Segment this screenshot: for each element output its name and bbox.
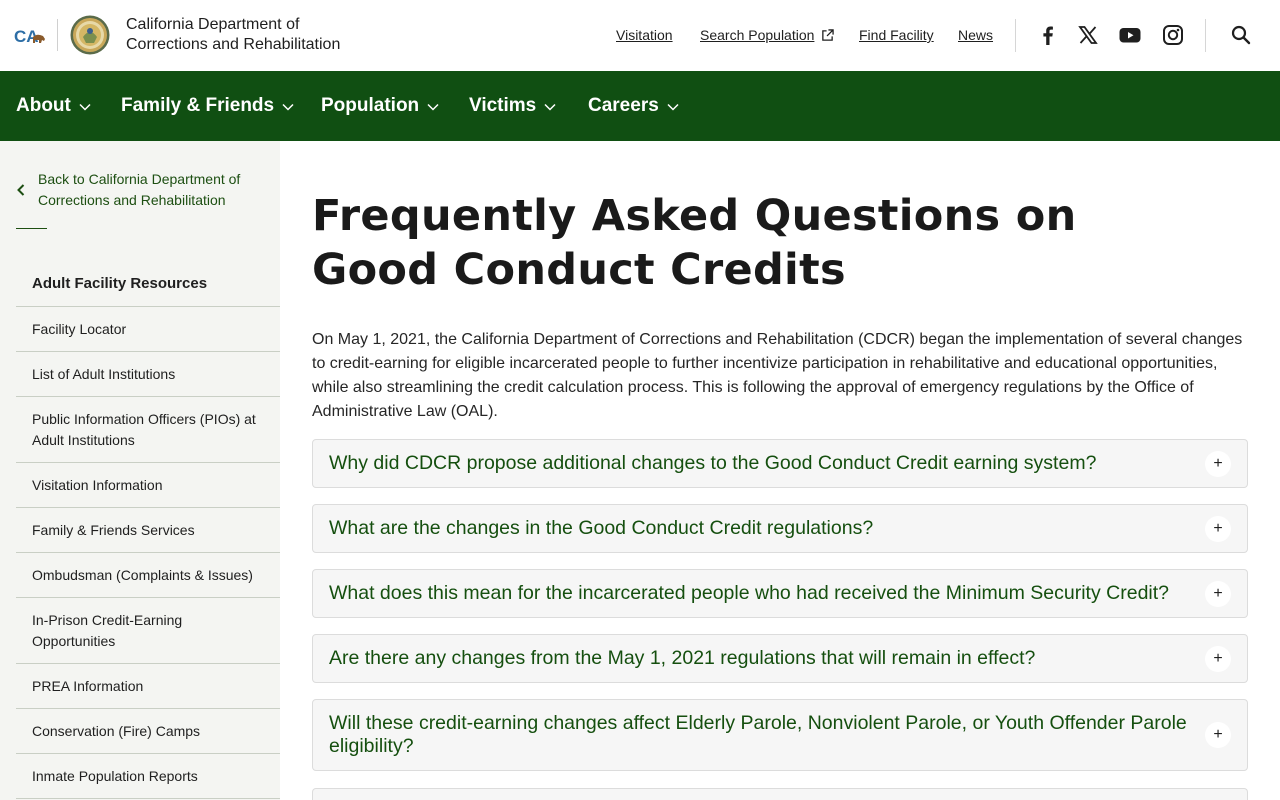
faq-accordion-item[interactable]: Why did CDCR propose additional changes …	[312, 439, 1248, 488]
ca-logo-icon: CA	[14, 27, 45, 46]
nav-item-careers[interactable]: Careers	[588, 71, 679, 141]
nav-item-label: Careers	[588, 95, 659, 116]
page-title-line-1: Frequently Asked Questions on	[312, 191, 1077, 241]
util-link-visitation[interactable]: Visitation	[616, 27, 673, 43]
org-name[interactable]: California Department of Corrections and…	[126, 15, 366, 55]
search-icon	[1231, 25, 1251, 45]
sidebar-item-ombudsman[interactable]: Ombudsman (Complaints & Issues)	[16, 553, 280, 598]
sidebar-item-visitation[interactable]: Visitation Information	[16, 463, 280, 508]
sidebar-item-family-friends-services[interactable]: Family & Friends Services	[16, 508, 280, 553]
back-link-underline	[16, 228, 47, 229]
sidebar-item-fire-camps[interactable]: Conservation (Fire) Camps	[16, 709, 280, 754]
sidebar-heading[interactable]: Adult Facility Resources	[16, 261, 280, 307]
intro-paragraph: On May 1, 2021, the California Departmen…	[312, 331, 1243, 420]
nav-item-family-friends[interactable]: Family & Friends	[121, 71, 294, 141]
sidebar-item-adult-institutions[interactable]: List of Adult Institutions	[16, 352, 280, 397]
back-link-line-2: Corrections and Rehabilitation	[38, 192, 226, 208]
faq-accordion-item[interactable]: Are there any changes from the May 1, 20…	[312, 634, 1248, 683]
nav-item-label: Family & Friends	[121, 95, 275, 116]
nav-item-victims[interactable]: Victims	[469, 71, 556, 141]
sidebar-menu: Adult Facility Resources Facility Locato…	[16, 261, 280, 799]
nav-item-label: Population	[321, 95, 420, 116]
plus-icon[interactable]: +	[1205, 451, 1231, 477]
search-button[interactable]	[1226, 20, 1256, 50]
chevron-down-icon	[427, 103, 439, 111]
faq-accordion-item[interactable]: What does this mean for the incarcerated…	[312, 569, 1248, 618]
chevron-down-icon	[79, 103, 91, 111]
facebook-icon	[1043, 26, 1053, 45]
nav-item-label: About	[16, 95, 71, 116]
util-link-find-facility[interactable]: Find Facility	[859, 27, 934, 43]
sidebar-item-prea[interactable]: PREA Information	[16, 664, 280, 709]
main-navigation: About Family & Friends Population Victim…	[0, 71, 1280, 141]
instagram-icon	[1163, 25, 1183, 45]
sidebar-item-credit-earning[interactable]: In-Prison Credit-Earning Opportunities	[16, 598, 280, 664]
youtube-icon	[1119, 28, 1141, 43]
util-link-news[interactable]: News	[958, 27, 993, 43]
faq-accordion-item-partial[interactable]	[312, 788, 1248, 800]
back-link-line-1: Back to California Department of	[38, 171, 241, 187]
external-link-icon	[822, 29, 834, 41]
chevron-left-icon	[17, 184, 25, 196]
chevron-down-icon	[667, 103, 679, 111]
plus-icon[interactable]: +	[1205, 516, 1231, 542]
faq-question: Why did CDCR propose additional changes …	[329, 452, 1097, 474]
plus-icon[interactable]: +	[1205, 722, 1231, 748]
chevron-down-icon	[544, 103, 556, 111]
org-name-line-1: California Department of	[126, 16, 300, 33]
x-icon	[1078, 26, 1098, 44]
faq-question: What are the changes in the Good Conduct…	[329, 517, 874, 539]
util-link-search-population[interactable]: Search Population	[700, 27, 814, 43]
search-divider	[1205, 19, 1206, 52]
sidebar-item-facility-locator[interactable]: Facility Locator	[16, 307, 280, 352]
faq-question: What does this mean for the incarcerated…	[329, 582, 1170, 604]
faq-accordion-item[interactable]: What are the changes in the Good Conduct…	[312, 504, 1248, 553]
cdcr-seal-icon	[70, 15, 110, 55]
sidebar: Back to California Department of Correct…	[0, 141, 280, 800]
sidebar-item-population-reports[interactable]: Inmate Population Reports	[16, 754, 280, 799]
util-divider	[1015, 19, 1016, 52]
org-name-line-2: Corrections and Rehabilitation	[126, 36, 341, 53]
nav-item-label: Victims	[469, 95, 537, 116]
faq-question: Are there any changes from the May 1, 20…	[329, 647, 1036, 669]
page-title: Frequently Asked Questions on Good Condu…	[312, 189, 1112, 297]
site-header: CA California Department of Corrections …	[0, 0, 1280, 71]
logo-divider	[57, 19, 58, 51]
faq-question: Will these credit-earning changes affect…	[329, 712, 1187, 757]
nav-item-population[interactable]: Population	[321, 71, 439, 141]
plus-icon[interactable]: +	[1205, 581, 1231, 607]
chevron-down-icon	[282, 103, 294, 111]
faq-accordion-item[interactable]: Will these credit-earning changes affect…	[312, 699, 1248, 771]
back-link-text: Back to California Department of Correct…	[38, 169, 268, 211]
plus-icon[interactable]: +	[1205, 646, 1231, 672]
page-title-line-2: Good Conduct Credits	[312, 245, 846, 295]
sidebar-item-pios[interactable]: Public Information Officers (PIOs) at Ad…	[16, 397, 280, 463]
nav-item-about[interactable]: About	[16, 71, 91, 141]
